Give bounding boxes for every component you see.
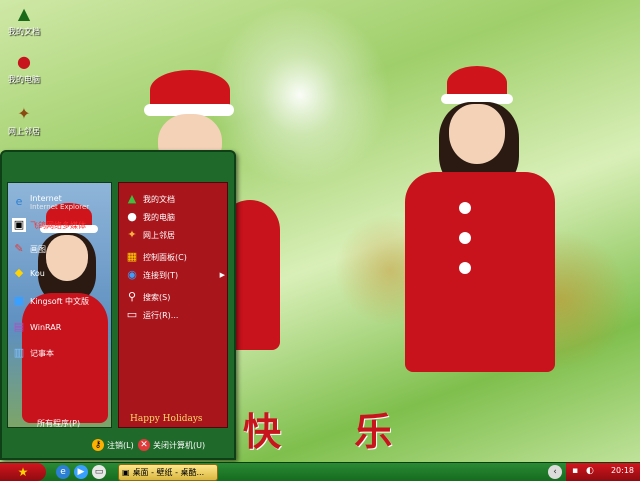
program-item-kou[interactable]: ◆ Kou [12,265,45,281]
wallpaper-figure-right [355,62,575,442]
tray-expand-icon[interactable]: ‹ [548,465,562,479]
taskbar-window-button[interactable]: ▣ 桌面 - 壁纸 - 桌酷... [118,464,218,481]
program-item-winrar[interactable]: ▤ WinRAR [12,319,62,335]
start-menu-programs-pane: e Internet Internet Explorer ▣ 飞鸽网络多媒体 ✎… [7,182,112,428]
quicklaunch-media-icon[interactable]: ▶ [74,465,88,479]
logoff-icon: ⚷ [92,439,104,451]
program-item-notepad[interactable]: ▥ 记事本 [12,345,54,361]
search-icon: ⚲ [127,290,137,303]
all-programs-button[interactable]: 所有程序(P) [37,418,80,429]
place-item-network[interactable]: ✦ 网上邻居 [125,227,175,243]
santa-icon: ● [17,52,31,71]
tree-icon: ▲ [17,4,31,23]
submenu-arrow-icon: ▶ [219,271,225,279]
desktop-icon-network[interactable]: ✦ 网上邻居 [0,104,48,137]
program-item-ie[interactable]: e Internet Internet Explorer [12,191,90,213]
run-icon: ▭ [126,308,138,321]
santa-icon: ● [127,210,137,223]
app-icon: ◆ [14,266,24,279]
tray-volume-icon[interactable]: ◐ [586,466,594,476]
program-item-media[interactable]: ▣ 飞鸽网络多媒体 [12,217,86,233]
media-icon: ▣ [12,218,26,232]
happy-holidays-text: Happy Holidays [130,414,203,424]
greeting-text: 快 乐 [243,409,423,454]
shutdown-icon: ✕ [138,439,150,451]
place-item-connect-to[interactable]: ◉ 连接到(T) ▶ [125,267,225,283]
program-item-kingsoft[interactable]: ■ Kingsoft 中文版 [12,293,89,309]
tree-icon: ▲ [127,192,137,205]
tray-network-icon[interactable]: ▪ [572,466,578,476]
start-menu-places-pane: ▲ 我的文档 ● 我的电脑 ✦ 网上邻居 ▦ 控制面板(C) ◉ 连接到(T) … [118,182,228,428]
window-app-icon: ▣ [122,468,130,477]
ie-icon: e [15,195,23,208]
program-item-paint[interactable]: ✎ 画图 [12,241,46,257]
menu-figure [18,203,108,423]
shutdown-button[interactable]: ✕ 关闭计算机(U) [138,439,205,451]
winrar-icon: ▤ [13,320,25,333]
start-button[interactable]: ★ [0,463,46,481]
quicklaunch-desktop-icon[interactable]: ▭ [92,465,106,479]
place-item-search[interactable]: ⚲ 搜索(S) [125,289,170,305]
place-item-control-panel[interactable]: ▦ 控制面板(C) [125,249,187,265]
clock[interactable]: 20:18 [611,466,634,475]
start-menu-footer: ⚷ 注销(L) ✕ 关闭计算机(U) [2,432,234,458]
logoff-button[interactable]: ⚷ 注销(L) [92,439,134,451]
kingsoft-icon: ■ [13,294,25,307]
place-item-run[interactable]: ▭ 运行(R)... [125,307,179,323]
control-panel-icon: ▦ [126,250,138,263]
quicklaunch-ie-icon[interactable]: e [56,465,70,479]
desktop-icon-my-computer[interactable]: ● 我的电脑 [0,52,48,85]
place-item-my-documents[interactable]: ▲ 我的文档 [125,191,175,207]
taskbar: ★ e ▶ ▭ ▣ 桌面 - 壁纸 - 桌酷... ‹ ▪ ◐ 20:18 [0,462,640,481]
system-tray: ▪ ◐ 20:18 [566,463,640,481]
globe-icon: ◉ [127,268,137,281]
start-menu: e Internet Internet Explorer ▣ 飞鸽网络多媒体 ✎… [0,150,236,460]
bow-icon: ✦ [17,104,31,123]
paint-icon: ✎ [14,242,24,255]
notepad-icon: ▥ [13,346,25,359]
desktop-icon-my-documents[interactable]: ▲ 我的文档 [0,4,48,37]
bow-icon: ✦ [127,228,137,241]
place-item-my-computer[interactable]: ● 我的电脑 [125,209,175,225]
